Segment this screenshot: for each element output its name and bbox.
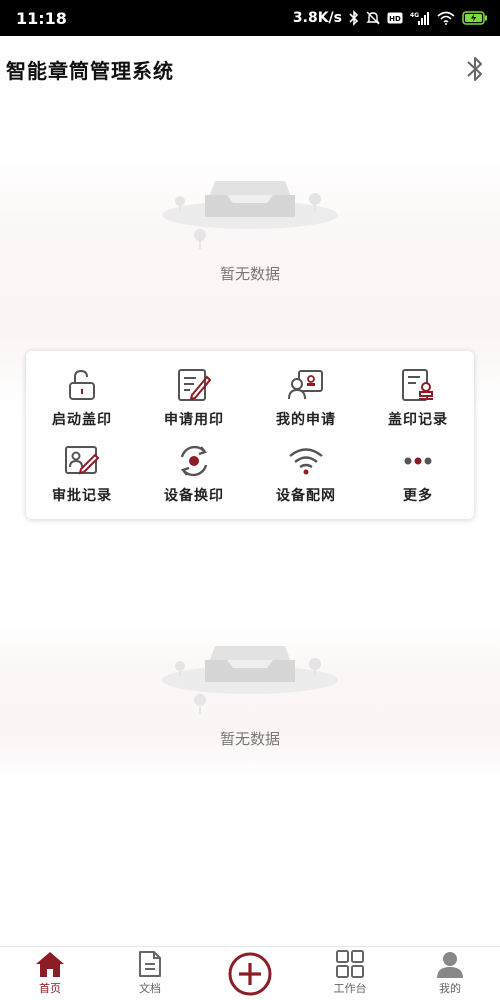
home-icon	[36, 952, 64, 977]
svg-text:4G: 4G	[410, 12, 419, 19]
battery-icon	[462, 11, 487, 25]
bluetooth-icon	[349, 10, 359, 26]
stamp-record-icon	[402, 369, 433, 401]
tab-label: 文档	[139, 982, 161, 995]
quick-menu-card: 启动盖印 申请用印 我的申请 盖印记录 审批记录 设备换印 设备配网 更多	[26, 351, 474, 519]
mute-icon	[366, 11, 380, 25]
wifi-icon	[437, 11, 455, 25]
wifi-icon	[289, 448, 323, 475]
empty-state-bottom: 暂无数据	[0, 628, 500, 749]
tab-label: 工作台	[333, 982, 367, 995]
empty-box-illustration	[162, 181, 338, 249]
menu-label: 审批记录	[52, 488, 112, 504]
tab-profile[interactable]: 我的	[400, 947, 500, 1000]
hd-icon: HD	[387, 12, 403, 24]
approval-record-icon	[65, 446, 100, 475]
bluetooth-icon[interactable]	[464, 54, 486, 84]
menu-label: 设备换印	[164, 488, 224, 504]
page-title: 智能章筒管理系统	[6, 58, 174, 83]
signal-icon: 4G	[410, 12, 429, 25]
status-bar: 11:18 3.8K/s HD 4G	[0, 0, 500, 36]
status-icons: 3.8K/s HD 4G	[293, 10, 488, 26]
menu-label: 启动盖印	[52, 412, 112, 428]
my-application-icon	[288, 370, 323, 400]
menu-item-more[interactable]: 更多	[362, 435, 474, 511]
document-icon	[139, 951, 161, 977]
tab-label: 首页	[39, 982, 61, 995]
status-time: 11:18	[16, 8, 67, 28]
menu-item-device-network[interactable]: 设备配网	[250, 435, 362, 511]
bottom-tab-bar: 首页 文档 工作台 我的	[0, 946, 500, 1000]
refresh-device-icon	[180, 445, 208, 477]
menu-item-start-stamp[interactable]: 启动盖印	[26, 359, 138, 435]
empty-state-text: 暂无数据	[219, 265, 280, 283]
empty-state-top: 暂无数据	[0, 163, 500, 284]
menu-label: 申请用印	[164, 412, 224, 428]
tab-documents[interactable]: 文档	[100, 947, 200, 1000]
user-icon	[437, 952, 463, 978]
menu-item-my-application[interactable]: 我的申请	[250, 359, 362, 435]
menu-label: 更多	[403, 488, 433, 504]
app-header: 智能章筒管理系统	[0, 36, 500, 102]
more-dots-icon	[404, 457, 432, 465]
menu-label: 盖印记录	[388, 412, 448, 428]
tab-home[interactable]: 首页	[0, 947, 100, 1000]
menu-item-stamp-record[interactable]: 盖印记录	[362, 359, 474, 435]
tab-label: 我的	[439, 982, 461, 995]
edit-form-icon	[178, 369, 212, 401]
svg-text:HD: HD	[389, 15, 401, 23]
empty-state-text: 暂无数据	[219, 730, 280, 748]
grid-icon	[336, 950, 364, 978]
menu-label: 设备配网	[276, 488, 336, 504]
add-circle-icon	[228, 952, 272, 995]
unlock-icon	[69, 369, 95, 400]
tab-add[interactable]	[200, 947, 300, 1000]
menu-item-apply-stamp[interactable]: 申请用印	[138, 359, 250, 435]
menu-label: 我的申请	[276, 412, 336, 428]
empty-box-illustration	[162, 646, 338, 714]
menu-item-device-change[interactable]: 设备换印	[138, 435, 250, 511]
menu-item-approval-record[interactable]: 审批记录	[26, 435, 138, 511]
network-speed: 3.8K/s	[292, 10, 342, 26]
tab-workbench[interactable]: 工作台	[300, 947, 400, 1000]
